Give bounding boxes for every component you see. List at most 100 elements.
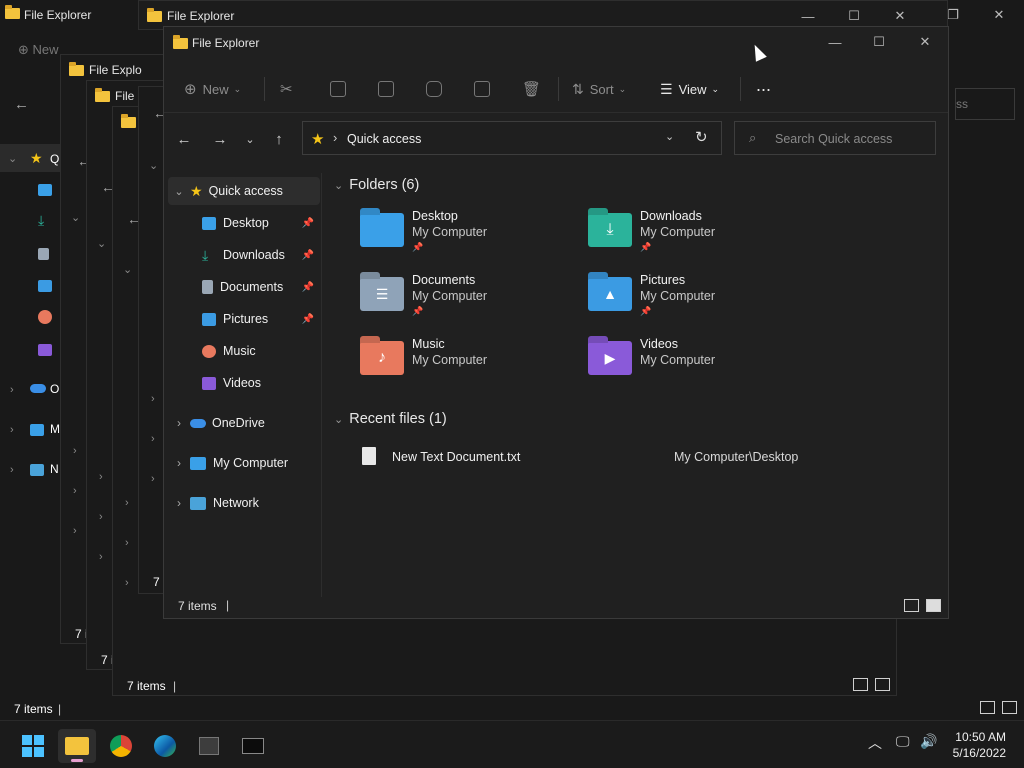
recent-section-header[interactable]: ⌄ Recent files (1) xyxy=(334,411,447,427)
folder-location: My Computer xyxy=(412,353,488,367)
tiles-view-icon[interactable] xyxy=(1002,701,1017,714)
chevron-right-icon: › xyxy=(99,471,103,483)
bg-back-icon[interactable]: ← xyxy=(14,96,29,113)
onedrive-icon xyxy=(30,384,46,393)
folder-tile-downloads[interactable]: ⤓ Downloads My Computer 📌 xyxy=(588,209,808,265)
trash-icon: 🗑 xyxy=(522,81,542,98)
share-button[interactable] xyxy=(468,75,496,103)
status-divider: | xyxy=(173,679,177,693)
chevron-right-icon: › xyxy=(73,485,77,497)
rename-button[interactable] xyxy=(420,75,448,103)
nav-item-my-computer[interactable]: › My Computer xyxy=(168,449,320,477)
cut-button[interactable]: ✂ xyxy=(280,75,293,103)
main-window[interactable]: File Explorer — ☐ ✕ ⊕ New ⌄ ✂ 🗑 ⇅ Sort ⌄… xyxy=(163,26,949,619)
chevron-down-icon: ⌄ xyxy=(174,185,184,198)
taskbar-edge[interactable] xyxy=(146,729,184,763)
folder-icon xyxy=(65,737,89,755)
details-view-icon[interactable] xyxy=(853,678,868,691)
chevron-down-icon: ⌄ xyxy=(233,83,242,94)
terminal-icon xyxy=(242,738,264,754)
refresh-icon[interactable]: ↻ xyxy=(695,128,708,146)
bg-search-box[interactable]: ss xyxy=(955,88,1015,120)
taskbar-terminal[interactable] xyxy=(234,729,272,763)
folder-tile-documents[interactable]: ☰ Documents My Computer 📌 xyxy=(360,273,580,329)
new-button[interactable]: ⊕ New ⌄ xyxy=(184,75,241,103)
breadcrumb-chevron-icon: › xyxy=(333,130,338,145)
breadcrumb-location[interactable]: Quick access xyxy=(347,132,421,146)
chevron-down-icon: ⌄ xyxy=(618,83,627,94)
mountain-icon: ▲ xyxy=(603,286,617,302)
recent-file-row[interactable]: New Text Document.txt My Computer\Deskto… xyxy=(360,445,920,469)
pin-icon: 📌 xyxy=(640,306,652,316)
address-bar[interactable]: ★ › Quick access ⌄ ↻ xyxy=(302,121,722,155)
star-icon: ★ xyxy=(30,150,43,166)
main-titlebar[interactable]: File Explorer — ☐ ✕ xyxy=(164,27,948,57)
taskbar-file-explorer[interactable] xyxy=(58,729,96,763)
taskbar-store[interactable] xyxy=(190,729,228,763)
nav-item-pictures[interactable]: Pictures 📌 xyxy=(168,305,320,333)
nav-item-onedrive[interactable]: › OneDrive xyxy=(168,409,320,437)
nav-label: Network xyxy=(213,496,259,510)
chevron-down-icon: ⌄ xyxy=(334,413,344,426)
start-button[interactable] xyxy=(14,729,52,763)
nav-item-network[interactable]: › Network xyxy=(168,489,320,517)
maximize-button[interactable]: ☐ xyxy=(856,27,902,57)
folder-tile-pictures[interactable]: ▲ Pictures My Computer 📌 xyxy=(588,273,808,329)
close-button[interactable]: ✕ xyxy=(902,27,948,57)
sort-button[interactable]: ⇅ Sort ⌄ xyxy=(572,75,626,103)
nav-item-quick-access[interactable]: ⌄ ★ Quick access xyxy=(168,177,320,205)
scissors-icon: ✂ xyxy=(280,81,293,98)
nav-item-downloads[interactable]: ⤓ Downloads 📌 xyxy=(168,241,320,269)
bg-title-2: File Explorer xyxy=(167,9,235,23)
folder-tile-desktop[interactable]: Desktop My Computer 📌 xyxy=(360,209,580,265)
nav-item-desktop[interactable]: Desktop 📌 xyxy=(168,209,320,237)
folder-tile-videos[interactable]: ▶ Videos My Computer xyxy=(588,337,808,393)
forward-button[interactable]: → xyxy=(208,127,232,151)
folder-name: Pictures xyxy=(640,273,686,287)
address-dropdown-icon[interactable]: ⌄ xyxy=(665,130,674,143)
music-icon xyxy=(38,310,52,324)
chevron-right-icon: › xyxy=(125,537,129,549)
sort-icon: ⇅ xyxy=(572,80,584,97)
paste-button[interactable] xyxy=(372,75,400,103)
nav-item-videos[interactable]: Videos xyxy=(168,369,320,397)
folder-name: Videos xyxy=(640,337,678,351)
address-row: ← → ⌄ ↑ ★ › Quick access ⌄ ↻ ⌕ Search Qu… xyxy=(164,121,948,157)
folders-section-header[interactable]: ⌄ Folders (6) xyxy=(334,177,419,193)
clock[interactable]: 10:50 AM 5/16/2022 xyxy=(953,729,1006,761)
nav-item-documents[interactable]: Documents 📌 xyxy=(168,273,320,301)
search-box[interactable]: ⌕ Search Quick access xyxy=(734,121,936,155)
chevron-right-icon: › xyxy=(73,445,77,457)
volume-icon[interactable]: 🔊 xyxy=(920,733,937,750)
chevron-right-icon: › xyxy=(99,551,103,563)
tiles-view-icon[interactable] xyxy=(875,678,890,691)
navigation-pane: ⌄ ★ Quick access Desktop 📌 ⤓ Downloads 📌… xyxy=(164,173,322,597)
nav-item-music[interactable]: Music xyxy=(168,337,320,365)
music-icon xyxy=(202,344,216,358)
window-title: File Explorer xyxy=(192,36,260,50)
up-button[interactable]: ↑ xyxy=(267,127,291,151)
folder-tile-music[interactable]: ♪ Music My Computer xyxy=(360,337,580,393)
network-icon xyxy=(30,464,44,476)
bg-new-button[interactable]: ⊕ New xyxy=(18,42,59,58)
pictures-icon xyxy=(38,280,52,292)
taskbar-chrome[interactable] xyxy=(102,729,140,763)
details-view-icon[interactable] xyxy=(904,599,919,612)
recent-header-label: Recent files (1) xyxy=(349,411,447,427)
folder-location: My Computer xyxy=(640,289,716,303)
recent-locations-button[interactable]: ⌄ xyxy=(238,127,262,151)
copy-icon xyxy=(330,81,346,97)
chevron-right-icon: › xyxy=(10,384,14,396)
back-button[interactable]: ← xyxy=(172,127,196,151)
view-button[interactable]: ☰ View ⌄ xyxy=(660,75,719,103)
copy-button[interactable] xyxy=(324,75,352,103)
close-icon[interactable]: ✕ xyxy=(976,0,1022,30)
minimize-button[interactable]: — xyxy=(812,27,858,57)
network-tray-icon[interactable]: 🖵 xyxy=(896,733,910,750)
delete-button[interactable]: 🗑 xyxy=(516,75,547,103)
chevron-right-icon: › xyxy=(73,525,77,537)
show-hidden-icons-button[interactable]: ︿ xyxy=(868,733,882,753)
tiles-view-icon[interactable] xyxy=(926,599,941,612)
details-view-icon[interactable] xyxy=(980,701,995,714)
see-more-button[interactable]: ... xyxy=(756,71,771,99)
